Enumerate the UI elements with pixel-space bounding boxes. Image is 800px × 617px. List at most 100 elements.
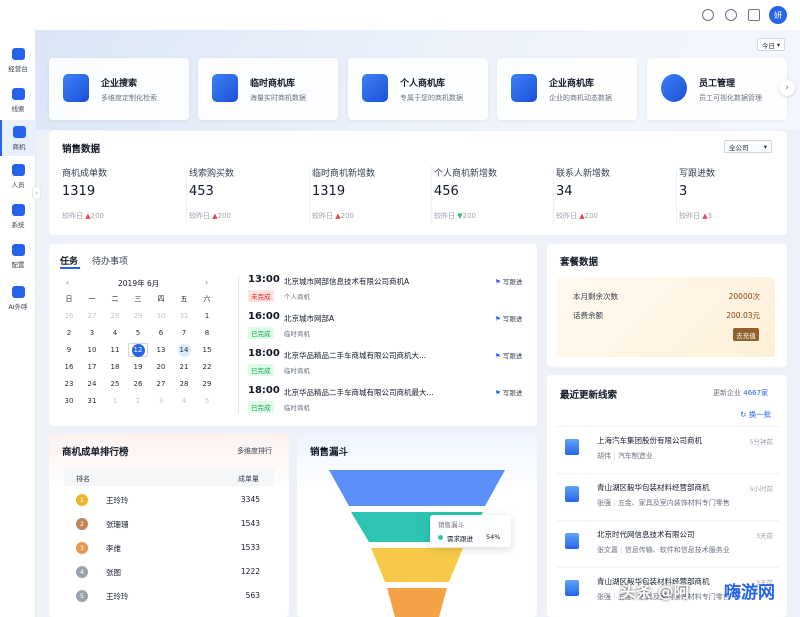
- quick-card-staff[interactable]: 员工管理 员工可视化数据管理: [647, 58, 787, 120]
- calendar-day[interactable]: 17: [82, 360, 102, 374]
- calendar-day[interactable]: 6: [151, 326, 171, 340]
- quick-card-personal-opportunity[interactable]: 个人商机库 专属于您的商机数据: [348, 58, 488, 120]
- task-followup-link[interactable]: 写跟进: [495, 387, 523, 397]
- avatar[interactable]: 妍: [769, 6, 787, 24]
- quick-card-subtitle: 员工可视化数据管理: [699, 94, 762, 102]
- calendar-day[interactable]: 3: [151, 394, 171, 408]
- message-icon[interactable]: [748, 9, 760, 21]
- calendar-day[interactable]: 20: [151, 360, 171, 374]
- metric-label: 线索购买数: [189, 169, 235, 179]
- sidebar-item-opportunity[interactable]: 商机: [0, 120, 36, 156]
- quick-card-company-search[interactable]: 企业搜索 多维度定制化检索: [49, 58, 189, 120]
- calendar-day[interactable]: 30: [59, 394, 79, 408]
- calendar-day[interactable]: 29: [128, 309, 148, 323]
- task-title[interactable]: 北京城市网部A: [284, 313, 334, 324]
- calendar-day[interactable]: 26: [59, 309, 79, 323]
- calendar-day[interactable]: 11: [105, 343, 125, 357]
- calendar-prev-button[interactable]: ‹: [66, 278, 69, 287]
- metric-value: 1319: [62, 184, 96, 199]
- task-followup-link[interactable]: 写跟进: [495, 313, 523, 323]
- task-title[interactable]: 北京华品精品二手车商城有限公司商机最大...: [284, 387, 434, 398]
- calendar-day[interactable]: 27: [151, 377, 171, 391]
- sidebar-item-system[interactable]: 系统: [0, 198, 36, 234]
- tab-tasks[interactable]: 任务: [60, 254, 78, 267]
- scope-select[interactable]: 全公司 ▾: [724, 140, 772, 153]
- funnel-stage-3[interactable]: [371, 548, 463, 582]
- lead-item[interactable]: 青山湖区毅华包装材料经营部商机 张强 | 五金、家具及室内装饰材料专门零售 5小时前: [557, 473, 779, 517]
- metric-compare-value: 200: [340, 212, 354, 220]
- sidebar: 经营台 线索 商机 人员 系统 配置 AI外呼: [0, 30, 36, 617]
- calendar-day[interactable]: 13: [151, 343, 171, 357]
- calendar-day[interactable]: 4: [105, 326, 125, 340]
- calendar-day[interactable]: 5: [197, 394, 217, 408]
- calendar-day[interactable]: 22: [197, 360, 217, 374]
- sidebar-item-config[interactable]: 配置: [0, 238, 36, 274]
- calendar-day[interactable]: 14: [174, 343, 194, 357]
- sidebar-item-ai-call[interactable]: AI外呼: [0, 280, 36, 316]
- calendar-day[interactable]: 1: [197, 309, 217, 323]
- calendar-day[interactable]: 2: [128, 394, 148, 408]
- calendar-day[interactable]: 29: [197, 377, 217, 391]
- funnel-stage-1[interactable]: [329, 470, 505, 506]
- tab-todos[interactable]: 待办事项: [92, 254, 128, 267]
- calendar-day[interactable]: 7: [174, 326, 194, 340]
- funnel-stage-4[interactable]: [387, 588, 447, 617]
- calendar-next-button[interactable]: ›: [205, 278, 208, 287]
- bell-icon[interactable]: [702, 9, 714, 21]
- task-subtitle: 个人商机: [284, 293, 310, 301]
- task-title[interactable]: 北京华品精品二手车商城有限公司商机大...: [284, 350, 426, 361]
- watermark-text: 头条 @阿: [620, 582, 690, 601]
- task-followup-link[interactable]: 写跟进: [495, 350, 523, 360]
- calendar-day[interactable]: 12: [128, 343, 148, 357]
- chevron-down-icon: ▾: [763, 142, 767, 151]
- calendar-day[interactable]: 9: [59, 343, 79, 357]
- calendar-day[interactable]: 30: [151, 309, 171, 323]
- calendar-day[interactable]: 31: [82, 394, 102, 408]
- sidebar-item-leads[interactable]: 线索: [0, 82, 36, 118]
- calendar-day[interactable]: 26: [128, 377, 148, 391]
- calendar-day[interactable]: 25: [105, 377, 125, 391]
- leads-refresh-button[interactable]: ↻ 换一批: [740, 409, 771, 420]
- calendar-day[interactable]: 24: [82, 377, 102, 391]
- calendar-day[interactable]: 4: [174, 394, 194, 408]
- calendar-day[interactable]: 31: [174, 309, 194, 323]
- calendar-day[interactable]: 2: [59, 326, 79, 340]
- sidebar-collapse-button[interactable]: ›: [32, 186, 41, 200]
- calendar-day[interactable]: 27: [82, 309, 102, 323]
- task-title[interactable]: 北京城市网部信息技术有限公司商机A: [284, 276, 409, 287]
- lead-person: 张强: [597, 499, 611, 507]
- calendar-day[interactable]: 1: [105, 394, 125, 408]
- quick-card-company-opportunity[interactable]: 企业商机库 企业的商机动态数据: [497, 58, 637, 120]
- calendar-day[interactable]: 28: [105, 309, 125, 323]
- sidebar-item-label: 配置: [11, 260, 25, 269]
- calendar-day[interactable]: 15: [197, 343, 217, 357]
- sidebar-item-people[interactable]: 人员: [0, 158, 36, 194]
- task-followup-link[interactable]: 写跟进: [495, 276, 523, 286]
- metric-compare-label: 较昨日: [189, 212, 210, 220]
- lead-item[interactable]: 上海汽车集团股份有限公司商机 胡伟 | 汽车制造业 5分钟前: [557, 426, 779, 470]
- lead-item[interactable]: 北京时代网信息技术有限公司 张文嘉 | 信息传输、软件和信息技术服务业 3天前: [557, 520, 779, 564]
- ranking-filter[interactable]: 多维度排行: [237, 446, 272, 456]
- calendar-day[interactable]: 5: [128, 326, 148, 340]
- calendar-day[interactable]: 19: [128, 360, 148, 374]
- leads-title: 最近更新线索: [560, 390, 618, 401]
- calendar-day[interactable]: 28: [174, 377, 194, 391]
- calendar-day[interactable]: 18: [105, 360, 125, 374]
- chevron-right-icon[interactable]: ›: [779, 80, 795, 96]
- quick-card-subtitle: 专属于您的商机数据: [400, 94, 463, 102]
- calendar-day[interactable]: 16: [59, 360, 79, 374]
- calendar-day[interactable]: 21: [174, 360, 194, 374]
- metric-label: 个人商机新增数: [434, 169, 498, 179]
- period-select[interactable]: 今日 ▾: [757, 38, 785, 51]
- metric-compare: 较昨日 ▲200: [189, 211, 231, 221]
- calendar-day[interactable]: 10: [82, 343, 102, 357]
- calendar-day[interactable]: 23: [59, 377, 79, 391]
- sidebar-item-dashboard[interactable]: 经营台: [0, 42, 36, 78]
- calendar-day[interactable]: 8: [197, 326, 217, 340]
- metric-label: 写跟进数: [679, 169, 716, 179]
- quick-card-temp-opportunity[interactable]: 临时商机库 海量实时商机数据: [198, 58, 338, 120]
- metric-value: 456: [434, 184, 459, 199]
- calendar-day[interactable]: 3: [82, 326, 102, 340]
- help-icon[interactable]: [725, 9, 737, 21]
- recharge-button[interactable]: 去充值: [733, 328, 759, 341]
